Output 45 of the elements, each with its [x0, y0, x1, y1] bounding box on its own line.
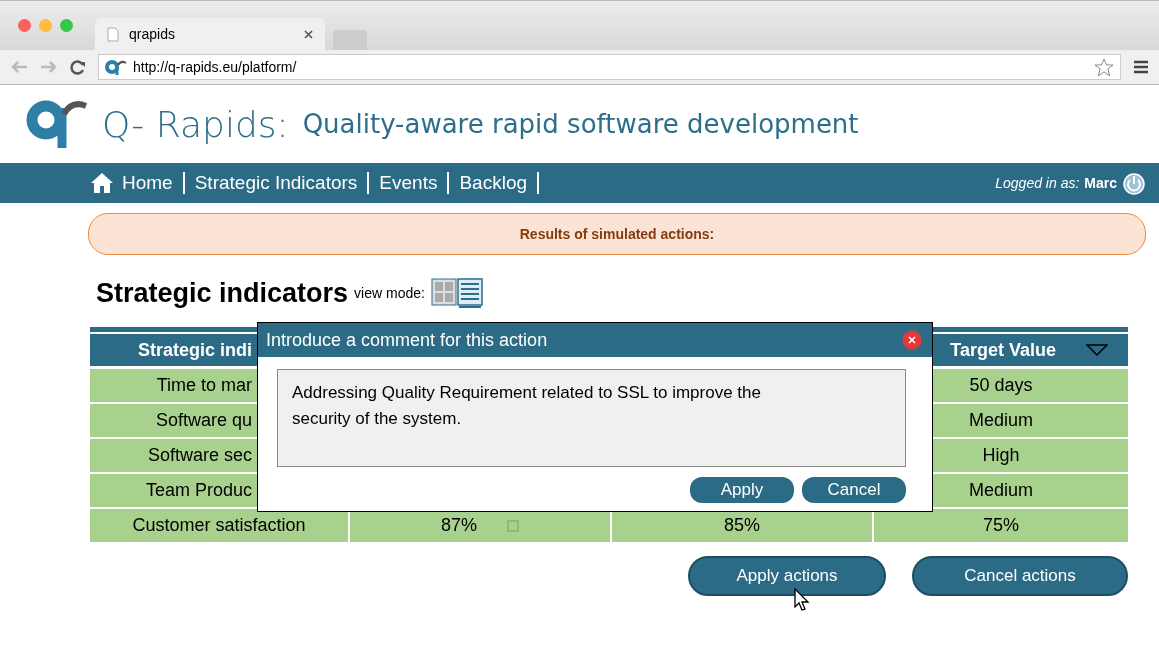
app-title: Q- Rapids: [102, 103, 289, 145]
table-cell: Time to mar [156, 375, 252, 396]
cancel-button[interactable]: Cancel [802, 477, 906, 503]
table-cell: 87% [441, 515, 477, 536]
close-icon[interactable] [902, 330, 922, 350]
browser-tab[interactable]: qrapids [95, 18, 325, 50]
power-icon[interactable] [1123, 171, 1145, 195]
cancel-actions-button[interactable]: Cancel actions [912, 556, 1128, 596]
table-cell: 75% [983, 515, 1019, 536]
app-tagline: Quality-aware rapid software development [302, 109, 859, 139]
results-banner: Results of simulated actions: [88, 213, 1146, 255]
cursor-icon [794, 588, 810, 612]
address-bar[interactable]: http://q-rapids.eu/platform/ [98, 54, 1121, 80]
table-cell: 85% [724, 515, 760, 536]
view-mode-label: view mode: [354, 285, 425, 301]
table-cell: Software sec [147, 445, 252, 466]
logo-icon [105, 59, 127, 75]
logo-icon [26, 98, 88, 150]
view-mode-icon[interactable] [430, 278, 483, 308]
nav-link[interactable]: Strategic Indicators [184, 172, 370, 194]
comment-field[interactable]: Addressing Quality Requirement related to SSL to improve the security of the system. [277, 369, 906, 467]
sort-icon[interactable] [1086, 344, 1108, 356]
table-cell: Software qu [155, 410, 252, 431]
close-window-icon[interactable] [18, 19, 31, 32]
table-cell: Team Produc [145, 480, 252, 501]
table-cell: High [982, 445, 1020, 466]
square-icon [507, 519, 519, 532]
nav-link[interactable]: Home [90, 172, 185, 194]
apply-actions-button[interactable]: Apply actions [688, 556, 886, 596]
apply-button[interactable]: Apply [690, 477, 794, 503]
login-label: Logged in as: [995, 175, 1080, 191]
page-icon [107, 26, 119, 42]
menu-icon[interactable] [1133, 60, 1149, 74]
star-icon[interactable] [1094, 57, 1114, 77]
close-icon[interactable] [304, 29, 313, 39]
nav-link[interactable]: Events [369, 172, 450, 194]
table-cell: Medium [969, 480, 1033, 501]
table-cell: Customer satisfaction [132, 515, 306, 536]
home-icon [90, 172, 114, 194]
user-name: Marc [1084, 175, 1117, 191]
section-title: Strategic indicators [96, 277, 349, 309]
reload-icon[interactable] [70, 59, 86, 75]
nav-link[interactable]: Backlog [449, 172, 540, 194]
table-cell: 50 days [969, 375, 1033, 396]
table-cell: Medium [969, 410, 1033, 431]
